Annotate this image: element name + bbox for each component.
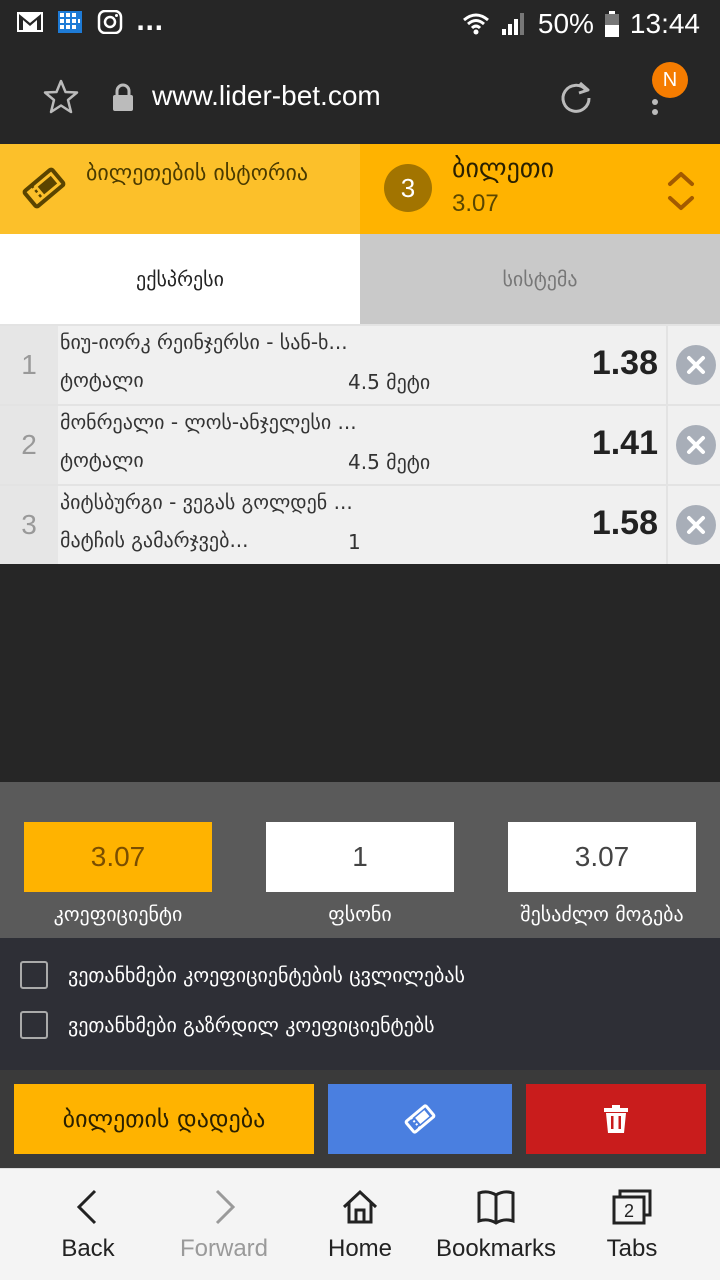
nav-back-label: Back xyxy=(61,1235,115,1262)
remove-bet-icon[interactable] xyxy=(675,504,717,546)
bet-number: 2 xyxy=(0,406,58,484)
bet-odds: 1.58 xyxy=(591,504,658,542)
forward-icon xyxy=(215,1189,236,1225)
nav-back[interactable]: Back xyxy=(40,1169,136,1280)
grid-app-icon xyxy=(58,11,82,33)
expand-collapse-icon[interactable] xyxy=(666,166,696,214)
agree-odds-change-label: ვეთანხმები კოეფიციენტების ცვლილებას xyxy=(68,963,465,987)
bet-remove-cell xyxy=(666,326,720,404)
stake-input[interactable]: 1 xyxy=(266,822,454,892)
battery-percent: 50% xyxy=(537,8,594,39)
bet-remove-cell xyxy=(666,406,720,484)
bet-details: პიტსბურგი - ვეგას გოლდენ ... მატჩის გამა… xyxy=(58,486,666,564)
nav-tabs-label: Tabs xyxy=(606,1235,658,1262)
browser-bottom-nav: Back Forward Home Bookmarks 2 Tabs xyxy=(0,1168,720,1280)
coefficient-label: კოეფიციენტი xyxy=(53,902,183,926)
place-bet-button[interactable]: ბილეთის დადება xyxy=(14,1084,314,1154)
nav-bookmarks-label: Bookmarks xyxy=(435,1235,557,1262)
browser-toolbar: www.lider-bet.com N xyxy=(0,50,720,144)
tabs-count: 2 xyxy=(624,1201,634,1221)
bookmark-star-icon[interactable] xyxy=(42,78,80,116)
bet-match: მონრეალი - ლოს-ანჯელესი ... xyxy=(60,410,357,434)
bet-odds: 1.38 xyxy=(591,344,658,382)
ticket-icon xyxy=(404,1104,436,1134)
bet-match: ნიუ-იორკ რეინჯერსი - სან-ხ... xyxy=(60,330,348,354)
tabs-icon: 2 xyxy=(612,1189,652,1225)
ticket-title: ბილეთი xyxy=(452,154,555,184)
bet-market: ტოტალი xyxy=(60,368,144,392)
reload-icon[interactable] xyxy=(556,78,596,118)
gmail-icon xyxy=(17,12,43,32)
nav-home-label: Home xyxy=(327,1235,393,1262)
total-coefficient: 3.07 xyxy=(24,822,212,892)
nav-forward-label: Forward xyxy=(179,1235,269,1262)
bet-row: 1 ნიუ-იორკ რეინჯერსი - სან-ხ... ტოტალი 4… xyxy=(0,324,720,404)
bet-odds: 1.41 xyxy=(591,424,658,462)
nav-home[interactable]: Home xyxy=(312,1169,408,1280)
nav-tabs[interactable]: 2 Tabs xyxy=(588,1169,676,1280)
bet-list: 1 ნიუ-იორკ რეინჯერსი - სან-ხ... ტოტალი 4… xyxy=(0,324,720,564)
bet-type-tabs: ექსპრესი სისტემა xyxy=(0,234,720,324)
agreements: ვეთანხმები კოეფიციენტების ცვლილებას ვეთა… xyxy=(0,938,720,1070)
ticket-history-label: ბილეთების ისტორია xyxy=(86,161,309,186)
agree-odds-change-row[interactable]: ვეთანხმები კოეფიციენტების ცვლილებას xyxy=(20,960,465,990)
bet-market: მატჩის გამარჯვებ... xyxy=(60,528,249,552)
agree-increased-odds-row[interactable]: ვეთანხმები გაზრდილ კოეფიციენტებს xyxy=(20,1010,435,1040)
home-icon xyxy=(342,1189,378,1224)
more-notifications: ... xyxy=(136,8,164,36)
nav-forward[interactable]: Forward xyxy=(170,1169,278,1280)
possible-win-label: შესაძლო მოგება xyxy=(520,902,684,926)
bet-number: 3 xyxy=(0,486,58,564)
bet-number: 1 xyxy=(0,326,58,404)
bet-row: 3 პიტსბურგი - ვეგას გოლდენ ... მატჩის გა… xyxy=(0,484,720,564)
bet-pick: 4.5 მეტი xyxy=(348,370,431,394)
current-ticket[interactable]: 3 ბილეთი 3.07 xyxy=(360,144,720,234)
bookmarks-icon xyxy=(477,1190,515,1225)
bet-market: ტოტალი xyxy=(60,448,144,472)
url-field[interactable]: www.lider-bet.com xyxy=(152,80,381,112)
ticket-total-odds: 3.07 xyxy=(452,190,499,217)
action-bar: ბილეთის დადება xyxy=(0,1070,720,1168)
bet-summary: 3.07 1 3.07 კოეფიციენტი ფსონი შესაძლო მო… xyxy=(0,782,720,938)
tab-system[interactable]: სისტემა xyxy=(360,234,720,324)
ticket-count-badge: 3 xyxy=(384,164,432,212)
bet-details: მონრეალი - ლოს-ანჯელესი ... ტოტალი 4.5 მ… xyxy=(58,406,666,484)
nav-bookmarks[interactable]: Bookmarks xyxy=(432,1169,560,1280)
ticket-history-button[interactable]: ბილეთების ისტორია xyxy=(0,144,360,234)
bet-row: 2 მონრეალი - ლოს-ანჯელესი ... ტოტალი 4.5… xyxy=(0,404,720,484)
instagram-icon xyxy=(97,10,123,34)
share-ticket-button[interactable] xyxy=(328,1084,512,1154)
status-bar: ... 50% 13:44 xyxy=(0,0,720,50)
battery-icon xyxy=(604,11,619,37)
bet-match: პიტსბურგი - ვეგას გოლდენ ... xyxy=(60,490,353,514)
stake-label: ფსონი xyxy=(328,902,392,926)
bet-pick: 4.5 მეტი xyxy=(348,450,431,474)
remove-bet-icon[interactable] xyxy=(675,344,717,386)
bet-pick: 1 xyxy=(348,530,361,554)
lock-icon xyxy=(113,83,133,111)
profile-avatar[interactable]: N xyxy=(652,62,688,98)
bet-remove-cell xyxy=(666,486,720,564)
possible-win: 3.07 xyxy=(508,822,696,892)
trash-icon xyxy=(604,1105,628,1133)
clock: 13:44 xyxy=(629,8,700,39)
agree-odds-change-checkbox[interactable] xyxy=(20,961,48,989)
ticket-header: ბილეთების ისტორია 3 ბილეთი 3.07 xyxy=(0,144,720,234)
agree-increased-odds-checkbox[interactable] xyxy=(20,1011,48,1039)
back-icon xyxy=(76,1189,97,1225)
bet-details: ნიუ-იორკ რეინჯერსი - სან-ხ... ტოტალი 4.5… xyxy=(58,326,666,404)
ticket-icon xyxy=(22,167,66,209)
wifi-icon xyxy=(462,13,489,35)
delete-ticket-button[interactable] xyxy=(526,1084,706,1154)
remove-bet-icon[interactable] xyxy=(675,424,717,466)
tab-express[interactable]: ექსპრესი xyxy=(0,234,360,324)
signal-icon xyxy=(501,13,524,35)
agree-increased-odds-label: ვეთანხმები გაზრდილ კოეფიციენტებს xyxy=(68,1013,435,1037)
